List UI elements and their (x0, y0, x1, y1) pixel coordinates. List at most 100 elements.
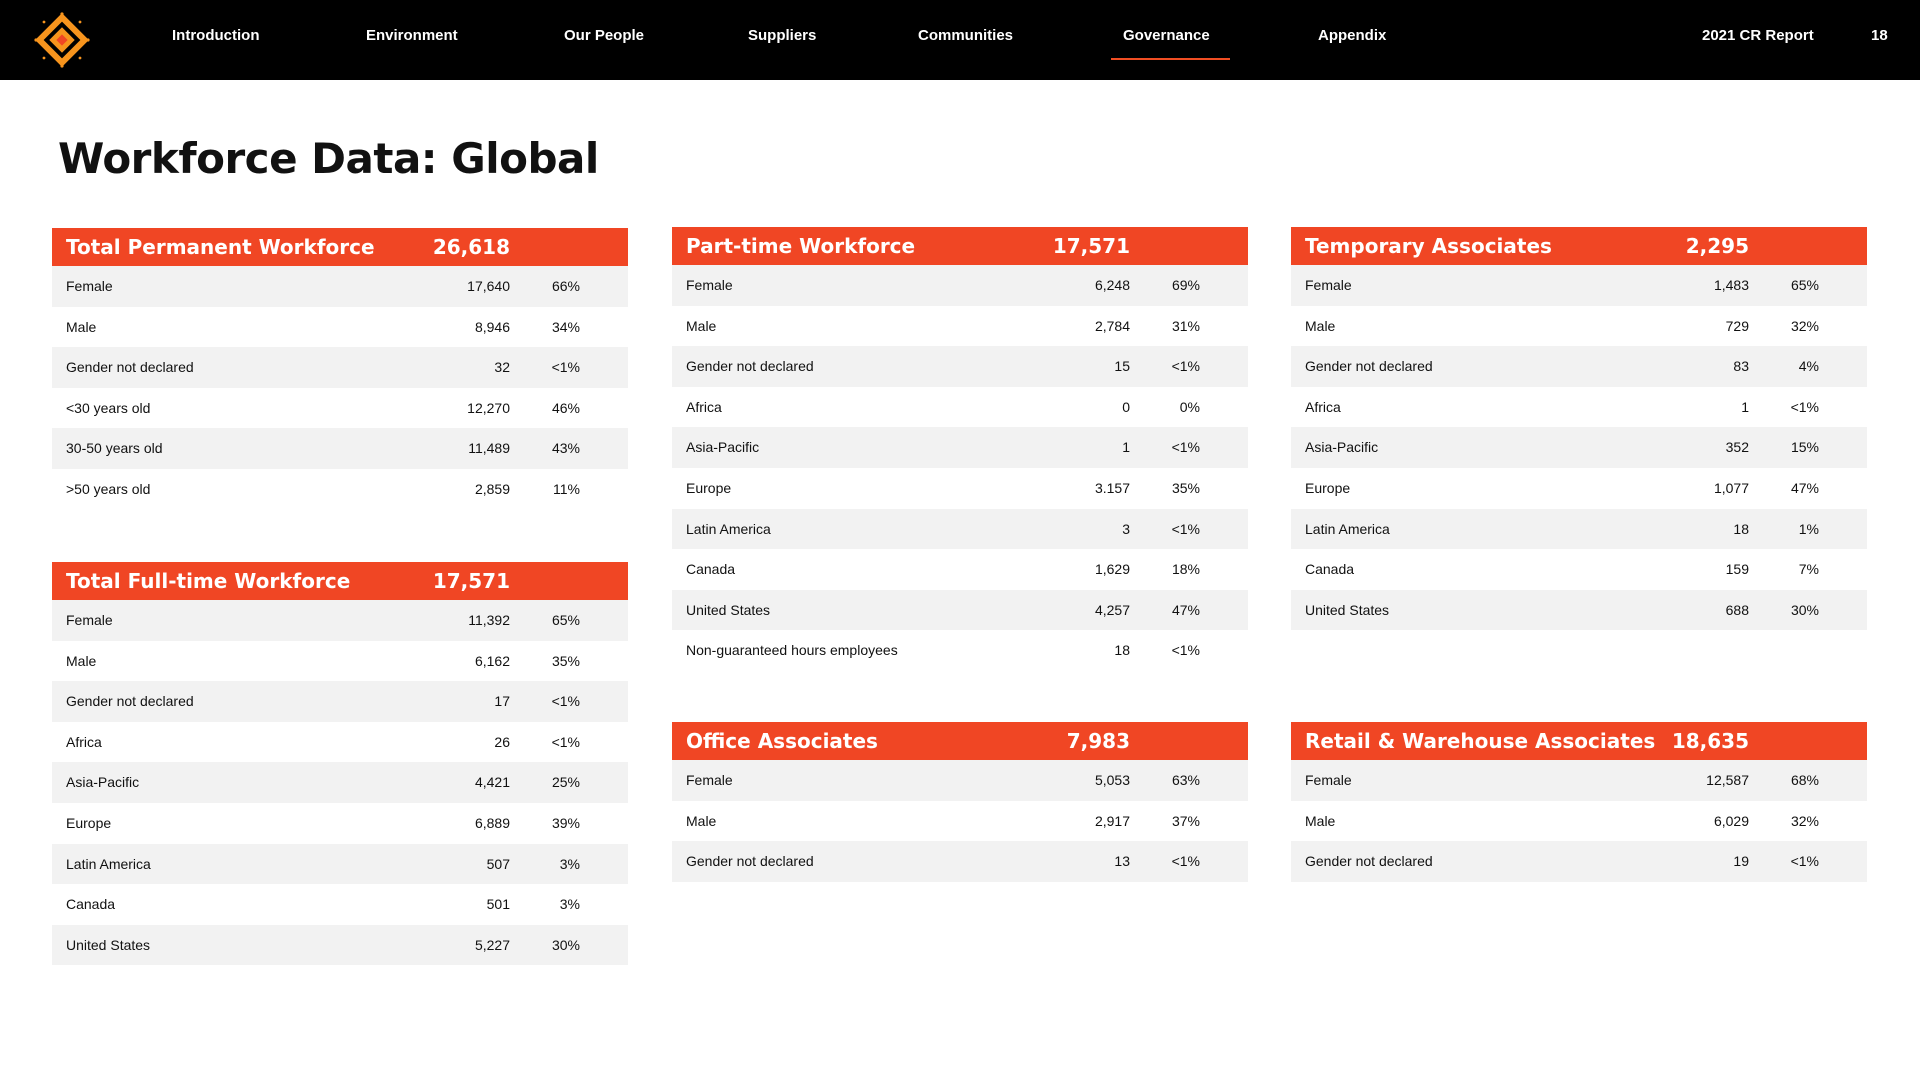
nav-item-environment[interactable]: Environment (366, 0, 458, 80)
row-value: 12,587 (1706, 772, 1749, 788)
table-header: Part-time Workforce 17,571 (672, 227, 1248, 265)
row-percent: 18% (1171, 561, 1200, 578)
nav-item-our-people[interactable]: Our People (564, 0, 644, 80)
row-percent: <1% (1790, 398, 1819, 415)
row-label: Europe (686, 479, 732, 496)
row-label: Gender not declared (1305, 358, 1433, 375)
row-percent: 31% (1171, 317, 1200, 334)
table-row: Gender not declared 17 <1% (52, 681, 628, 722)
row-value: 2,784 (1094, 317, 1130, 334)
row-value: 1,629 (1094, 561, 1130, 578)
row-label: United States (66, 936, 151, 953)
table-temporary-associates: Temporary Associates 2,295 Female 1,483 65… (1291, 227, 1867, 631)
row-value: 1 (1741, 398, 1749, 415)
nav-item-communities[interactable]: Communities (918, 0, 1013, 80)
row-percent: 43% (551, 440, 580, 457)
top-nav-bar: Introduction Environment Our People Supp… (0, 0, 1920, 80)
row-label: Male (686, 317, 717, 334)
row-value: 5,053 (1094, 772, 1130, 788)
nav-item-introduction[interactable]: Introduction (172, 0, 259, 80)
row-percent: 66% (551, 278, 580, 294)
row-percent: 69% (1171, 277, 1200, 293)
table-row: Female 5,053 63% (672, 760, 1248, 801)
row-percent: <1% (1171, 520, 1200, 537)
table-row: Canada 1,629 18% (672, 549, 1248, 590)
table-row: Latin America 507 3% (52, 843, 628, 885)
row-value: 6,889 (474, 814, 510, 831)
row-percent: 32% (1790, 812, 1819, 829)
row-percent: 7% (1798, 561, 1819, 578)
row-percent: 68% (1790, 772, 1819, 788)
table-row: Male 2,917 37% (672, 801, 1248, 842)
table-part-time-workforce: Part-time Workforce 17,571 Female 6,248 69… (672, 227, 1248, 671)
row-percent: 35% (1171, 479, 1200, 496)
row-percent: 46% (551, 399, 580, 416)
row-label: Male (1305, 317, 1336, 334)
row-value: 688 (1725, 601, 1749, 618)
row-label: Africa (686, 398, 722, 415)
table-row: Male 729 32% (1291, 306, 1867, 347)
row-value: 0 (1122, 398, 1130, 415)
row-value: 17,640 (467, 278, 510, 294)
table-row: Canada 501 3% (52, 884, 628, 925)
row-percent: 30% (1790, 601, 1819, 618)
table-total: 7,983 (1066, 729, 1130, 753)
row-label: Female (66, 612, 113, 628)
row-percent: <1% (551, 693, 580, 710)
row-percent: 63% (1171, 772, 1200, 788)
row-value: 6,162 (474, 652, 510, 669)
row-value: 8,946 (474, 318, 510, 335)
row-value: 11,392 (468, 612, 510, 628)
row-percent: 37% (1171, 812, 1200, 829)
nav-item-suppliers[interactable]: Suppliers (748, 0, 816, 80)
row-label: Male (66, 318, 97, 335)
row-value: 15 (1114, 358, 1130, 375)
row-value: 6,248 (1094, 277, 1130, 293)
row-label: Gender not declared (686, 358, 814, 375)
row-value: 1,483 (1713, 277, 1749, 293)
table-title: Office Associates (686, 729, 878, 753)
row-label: Asia-Pacific (686, 439, 760, 456)
row-label: >50 years old (66, 480, 151, 497)
table-row: Female 17,640 66% (52, 266, 628, 307)
row-value: 18 (1114, 642, 1130, 659)
row-percent: 3% (559, 896, 580, 913)
row-label: Female (66, 278, 113, 294)
table-header: Retail & Warehouse Associates 18,635 (1291, 722, 1867, 760)
row-label: Canada (686, 561, 736, 578)
row-value: 3 (1122, 520, 1130, 537)
table-row: Europe 3.157 35% (672, 468, 1248, 509)
row-value: 1 (1122, 439, 1130, 456)
table-row: Female 6,248 69% (672, 265, 1248, 306)
row-percent: 39% (551, 814, 580, 831)
table-row: Africa 0 0% (672, 387, 1248, 428)
row-value: 18 (1733, 520, 1749, 537)
table-row: Europe 1,077 47% (1291, 468, 1867, 509)
table-title: Total Permanent Workforce (66, 235, 375, 259)
row-label: Asia-Pacific (66, 774, 140, 791)
company-logo-icon[interactable] (34, 12, 90, 68)
nav-item-governance[interactable]: Governance (1111, 0, 1230, 80)
row-percent: <1% (551, 359, 580, 376)
table-title: Part-time Workforce (686, 234, 916, 258)
row-label: Asia-Pacific (1305, 439, 1379, 456)
row-label: Gender not declared (1305, 853, 1433, 870)
table-row: Gender not declared 19 <1% (1291, 841, 1867, 882)
row-value: 83 (1733, 358, 1749, 375)
row-label: United States (686, 601, 771, 618)
row-percent: 11% (553, 480, 580, 497)
table-row: Gender not declared 83 4% (1291, 346, 1867, 387)
row-percent: 32% (1790, 317, 1819, 334)
nav-item-appendix[interactable]: Appendix (1318, 0, 1386, 80)
row-value: 5,227 (474, 936, 510, 953)
row-label: Male (1305, 812, 1336, 829)
row-label: Female (1305, 772, 1352, 788)
table-row: Gender not declared 13 <1% (672, 841, 1248, 882)
page-title: Workforce Data: Global (58, 134, 599, 183)
row-value: 17 (494, 693, 510, 710)
row-percent: <1% (1171, 642, 1200, 659)
row-percent: <1% (551, 733, 580, 750)
table-row: Female 11,392 65% (52, 600, 628, 641)
row-value: 2,917 (1094, 812, 1130, 829)
table-row: Male 6,162 35% (52, 641, 628, 682)
